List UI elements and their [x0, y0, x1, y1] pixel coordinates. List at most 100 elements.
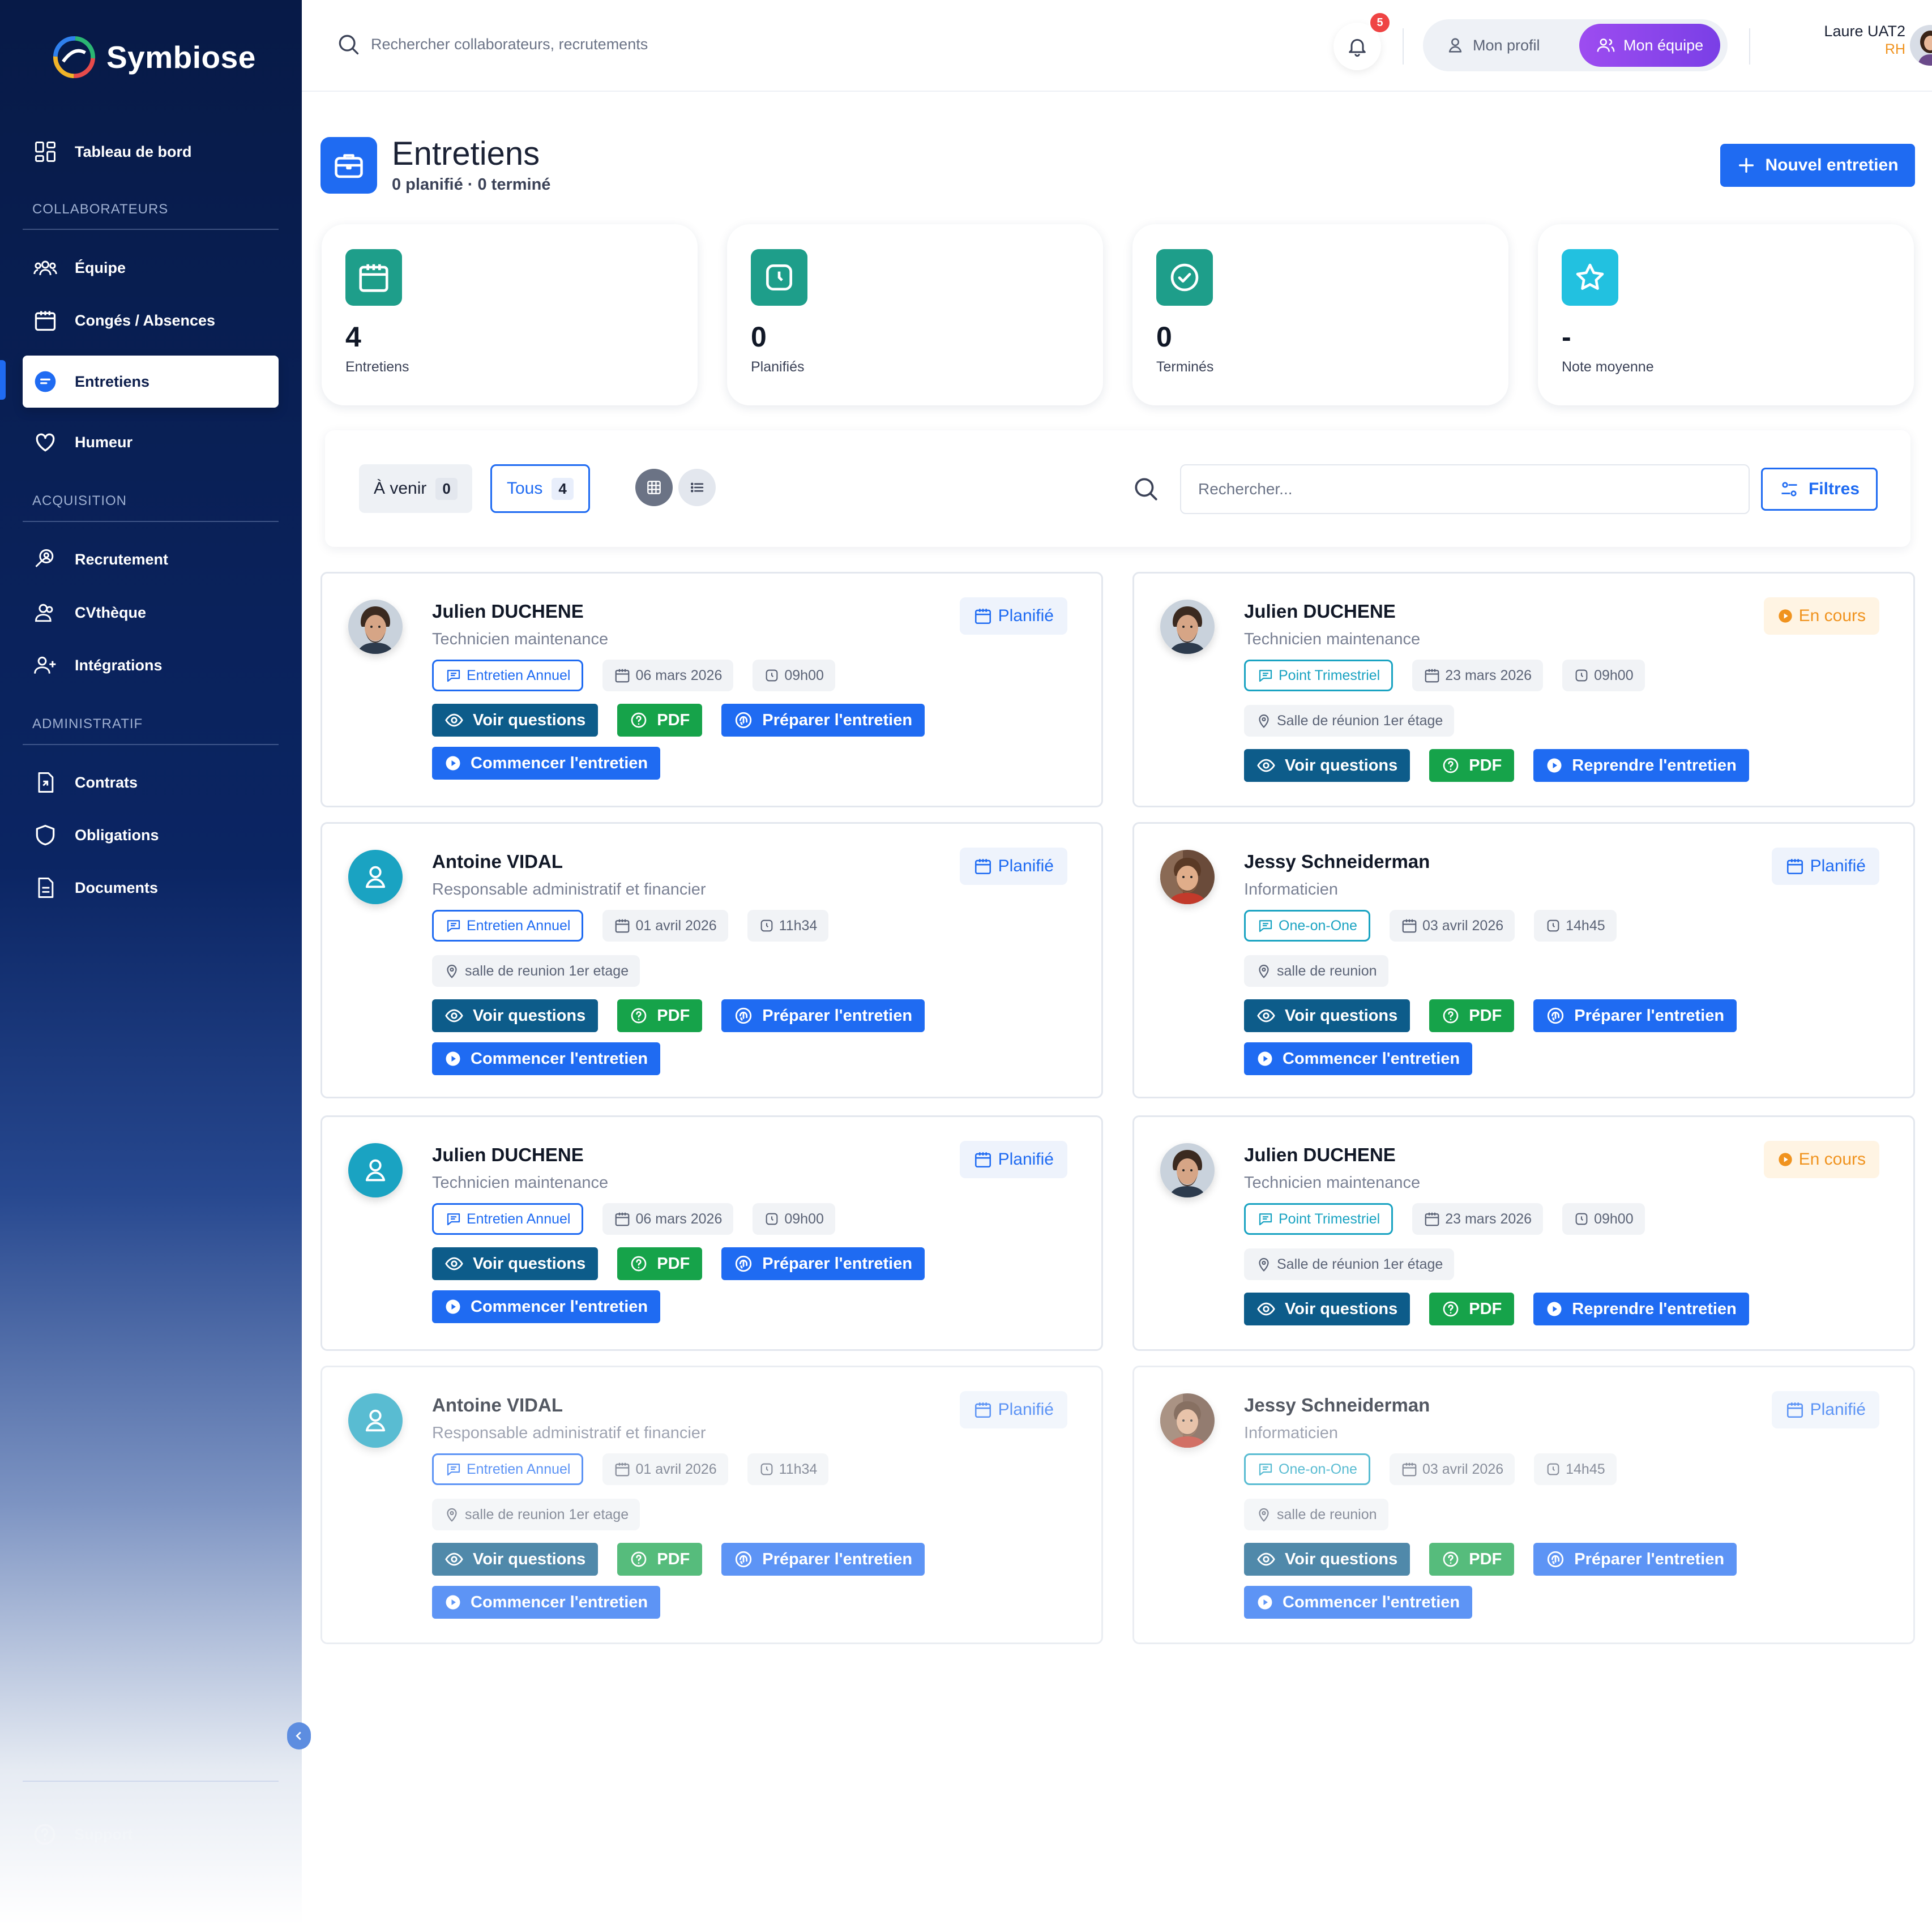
calendar-icon	[33, 308, 58, 333]
button-label: Voir questions	[1285, 1006, 1398, 1025]
stat-label: Terminés	[1156, 359, 1214, 375]
tab-all[interactable]: Tous 4	[490, 464, 590, 513]
prepare-interview-button[interactable]: Préparer l'entretien	[1533, 1543, 1737, 1576]
resume-interview-button[interactable]: Reprendre l'entretien	[1533, 1293, 1749, 1325]
sidebar-item-equipe[interactable]: Équipe	[23, 242, 279, 294]
sidebar-item-humeur[interactable]: Humeur	[23, 416, 279, 468]
pdf-button[interactable]: PDF	[1429, 999, 1515, 1032]
employee-job: Responsable administratif et financier	[432, 880, 706, 899]
view-questions-button[interactable]: Voir questions	[432, 1543, 599, 1576]
pdf-button[interactable]: PDF	[617, 704, 703, 737]
sidebar-item-support[interactable]: Support	[32, 1822, 132, 1847]
sidebar-item-recrutement[interactable]: Recrutement	[23, 533, 279, 585]
help-circle-icon	[630, 1007, 648, 1025]
location-text: Salle de réunion 1er étage	[1277, 712, 1443, 729]
message-icon	[1257, 667, 1274, 684]
pdf-button[interactable]: PDF	[617, 1543, 703, 1576]
play-icon	[1546, 1301, 1563, 1317]
date-text: 06 mars 2026	[635, 667, 723, 683]
button-label: Commencer l'entretien	[471, 1297, 648, 1316]
interview-card[interactable]: Julien DUCHENE Technicien maintenance En c…	[1132, 572, 1915, 807]
time-text: 09h00	[784, 1210, 824, 1227]
employee-job: Informaticien	[1244, 1424, 1339, 1442]
pdf-button[interactable]: PDF	[617, 999, 703, 1032]
view-questions-button[interactable]: Voir questions	[432, 704, 599, 737]
status-badge: En cours	[1763, 1141, 1879, 1178]
sidebar-item-label: Tableau de bord	[75, 143, 192, 160]
stat-value: 4	[345, 321, 361, 353]
sidebar-item-documents[interactable]: Documents	[23, 862, 279, 914]
filters-button[interactable]: Filtres	[1761, 468, 1878, 511]
clock-icon	[1545, 1461, 1561, 1477]
stat-card-total: 4 Entretiens	[322, 224, 698, 405]
sidebar-item-integrations[interactable]: Intégrations	[23, 639, 279, 691]
avatar-image	[348, 600, 403, 654]
employee-job: Technicien maintenance	[432, 1174, 609, 1192]
pdf-button[interactable]: PDF	[1429, 1293, 1515, 1325]
view-questions-button[interactable]: Voir questions	[1244, 749, 1410, 782]
user-avatar-image	[1910, 25, 1932, 66]
my-team-button[interactable]: Mon équipe	[1579, 24, 1721, 67]
tab-label: Tous	[507, 479, 543, 498]
user-icon	[361, 862, 390, 892]
avatar[interactable]	[1910, 25, 1932, 66]
prepare-interview-button[interactable]: Préparer l'entretien	[1533, 999, 1737, 1032]
calendar-icon	[1785, 857, 1805, 876]
app-logo[interactable]: Symbiose	[52, 35, 256, 79]
list-view-button[interactable]	[678, 469, 716, 506]
interview-card[interactable]: Julien DUCHENE Technicien maintenance Plan…	[320, 572, 1103, 807]
start-interview-button[interactable]: Commencer l'entretien	[1244, 1586, 1473, 1619]
sidebar-item-cvtheque[interactable]: CVthèque	[23, 587, 279, 639]
start-interview-button[interactable]: Commencer l'entretien	[432, 747, 661, 780]
sidebar-item-conges[interactable]: Congés / Absences	[23, 294, 279, 346]
location-text: salle de reunion	[1277, 1506, 1377, 1522]
view-questions-button[interactable]: Voir questions	[1244, 1293, 1410, 1325]
start-interview-button[interactable]: Commencer l'entretien	[1244, 1042, 1473, 1075]
new-interview-button[interactable]: Nouvel entretien	[1720, 144, 1915, 187]
start-interview-button[interactable]: Commencer l'entretien	[432, 1290, 661, 1323]
view-questions-button[interactable]: Voir questions	[1244, 1543, 1410, 1576]
play-icon	[1546, 757, 1563, 774]
my-profile-button[interactable]: Mon profil	[1429, 24, 1557, 67]
divider	[23, 521, 279, 522]
fingerprint-icon	[1546, 1006, 1565, 1025]
view-questions-button[interactable]: Voir questions	[432, 1247, 599, 1280]
interview-type-chip: Point Trimestriel	[1244, 660, 1394, 691]
sidebar-item-contrats[interactable]: Contrats	[23, 756, 279, 808]
calendar-icon	[614, 667, 631, 684]
interview-card[interactable]: Antoine VIDAL Responsable administratif e…	[320, 1366, 1103, 1644]
time-text: 14h45	[1566, 1461, 1605, 1477]
resume-interview-button[interactable]: Reprendre l'entretien	[1533, 749, 1749, 782]
date-chip: 03 avril 2026	[1389, 1453, 1515, 1485]
interview-card[interactable]: Antoine VIDAL Responsable administratif e…	[320, 822, 1103, 1098]
prepare-interview-button[interactable]: Préparer l'entretien	[721, 1543, 925, 1576]
interviews-search-input[interactable]	[1180, 464, 1750, 514]
details-row: One-on-One 03 avril 2026 14h45	[1244, 910, 1617, 942]
interview-card[interactable]: Julien DUCHENE Technicien maintenance Plan…	[320, 1115, 1103, 1351]
sidebar-item-obligations[interactable]: Obligations	[23, 809, 279, 861]
user-info[interactable]: Laure UAT2 RH	[1774, 23, 1905, 58]
time-text: 09h00	[1594, 667, 1634, 683]
pdf-button[interactable]: PDF	[1429, 749, 1515, 782]
tab-upcoming[interactable]: À venir 0	[359, 464, 472, 513]
sidebar-item-dashboard[interactable]: Tableau de bord	[23, 126, 279, 178]
interview-card[interactable]: Jessy Schneiderman Informaticien Planifié O…	[1132, 822, 1915, 1098]
prepare-interview-button[interactable]: Préparer l'entretien	[721, 704, 925, 737]
collapse-sidebar-button[interactable]	[287, 1722, 311, 1749]
grid-view-button[interactable]	[635, 469, 673, 506]
global-search[interactable]: Rechercher collaborateurs, recrutements	[336, 32, 648, 57]
view-questions-button[interactable]: Voir questions	[432, 999, 599, 1032]
pdf-button[interactable]: PDF	[617, 1247, 703, 1280]
pdf-button[interactable]: PDF	[1429, 1543, 1515, 1576]
start-interview-button[interactable]: Commencer l'entretien	[432, 1586, 661, 1619]
prepare-interview-button[interactable]: Préparer l'entretien	[721, 1247, 925, 1280]
interview-card[interactable]: Jessy Schneiderman Informaticien Planifié O…	[1132, 1366, 1915, 1644]
sidebar-item-entretiens[interactable]: Entretiens	[23, 356, 279, 408]
view-questions-button[interactable]: Voir questions	[1244, 999, 1410, 1032]
start-interview-button[interactable]: Commencer l'entretien	[432, 1042, 661, 1075]
status-badge: Planifié	[959, 597, 1067, 635]
interview-card[interactable]: Julien DUCHENE Technicien maintenance En c…	[1132, 1115, 1915, 1351]
prepare-interview-button[interactable]: Préparer l'entretien	[721, 999, 925, 1032]
sidebar-item-label: Intégrations	[75, 656, 163, 674]
calendar-icon	[973, 857, 993, 876]
